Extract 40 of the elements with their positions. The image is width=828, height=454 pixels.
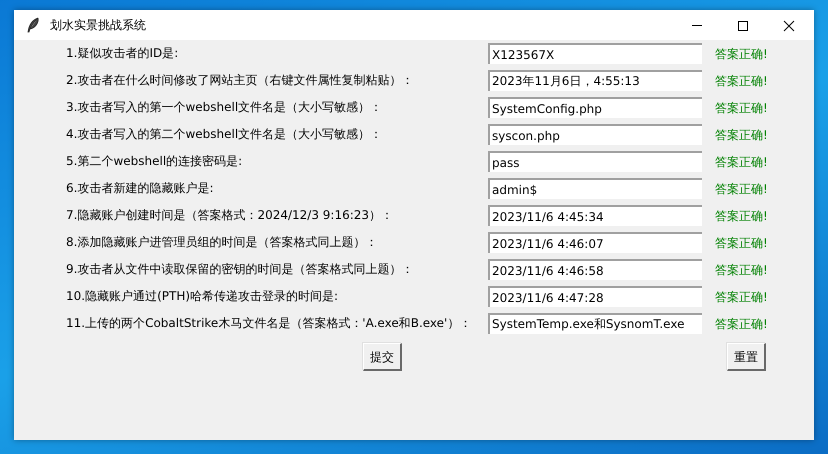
feather-icon <box>26 17 40 33</box>
question-label: 4.攻击者写入的第二个webshell文件名是（大小写敏感）： <box>66 126 384 143</box>
close-icon <box>783 20 795 32</box>
question-label: 7.隐藏账户创建时间是（答案格式：2024/12/3 9:16:23）： <box>66 207 394 224</box>
answer-field[interactable]: X123567X <box>488 43 702 64</box>
window-title: 划水实景挑战系统 <box>50 17 146 34</box>
answer-field[interactable]: 2023/11/6 4:46:58 <box>488 259 702 280</box>
answer-field[interactable]: 2023/11/6 4:47:28 <box>488 286 702 307</box>
question-label: 9.攻击者从文件中读取保留的密钥的时间是（答案格式同上题）： <box>66 261 414 278</box>
reset-button[interactable]: 重置 <box>727 343 766 371</box>
question-label: 11.上传的两个CobaltStrike木马文件名是（答案格式：'A.exe和B.exe'）： <box>66 315 472 332</box>
question-label: 6.攻击者新建的隐藏账户是: <box>66 180 214 197</box>
answer-field[interactable]: pass <box>488 151 702 172</box>
answer-field[interactable]: SystemConfig.php <box>488 97 702 118</box>
maximize-icon <box>737 20 749 32</box>
answer-field[interactable]: syscon.php <box>488 124 702 145</box>
result-text: 答案正确! <box>715 316 769 332</box>
question-label: 2.攻击者在什么时间修改了网站主页（右键文件属性复制粘贴）： <box>66 72 414 89</box>
answer-field[interactable]: 2023年11月6日，4:55:13 <box>488 70 702 91</box>
answer-field[interactable]: SystemTemp.exe和SysnomT.exe <box>488 313 702 334</box>
result-text: 答案正确! <box>715 262 769 278</box>
result-text: 答案正确! <box>715 126 769 144</box>
result-text: 答案正确! <box>715 154 769 170</box>
answer-field[interactable]: 2023/11/6 4:46:07 <box>488 232 702 253</box>
result-text: 答案正确! <box>715 180 769 198</box>
answer-field[interactable]: admin$ <box>488 178 702 199</box>
result-text: 答案正确! <box>715 72 769 90</box>
result-text: 答案正确! <box>715 46 769 62</box>
question-label: 5.第二个webshell的连接密码是: <box>66 153 244 170</box>
question-label: 3.攻击者写入的第一个webshell文件名是（大小写敏感）： <box>66 99 384 116</box>
minimize-icon <box>692 24 702 26</box>
result-text: 答案正确! <box>715 288 769 306</box>
result-text: 答案正确! <box>715 208 769 224</box>
result-text: 答案正确! <box>715 234 769 252</box>
question-label: 10.隐藏账户通过(PTH)哈希传递攻击登录的时间是: <box>66 288 340 305</box>
question-label: 8.添加隐藏账户进管理员组的时间是（答案格式同上题）： <box>66 234 378 251</box>
question-label: 1.疑似攻击者的ID是: <box>66 45 180 62</box>
result-text: 答案正确! <box>715 100 769 116</box>
answer-field[interactable]: 2023/11/6 4:45:34 <box>488 205 702 226</box>
submit-button[interactable]: 提交 <box>363 343 402 371</box>
